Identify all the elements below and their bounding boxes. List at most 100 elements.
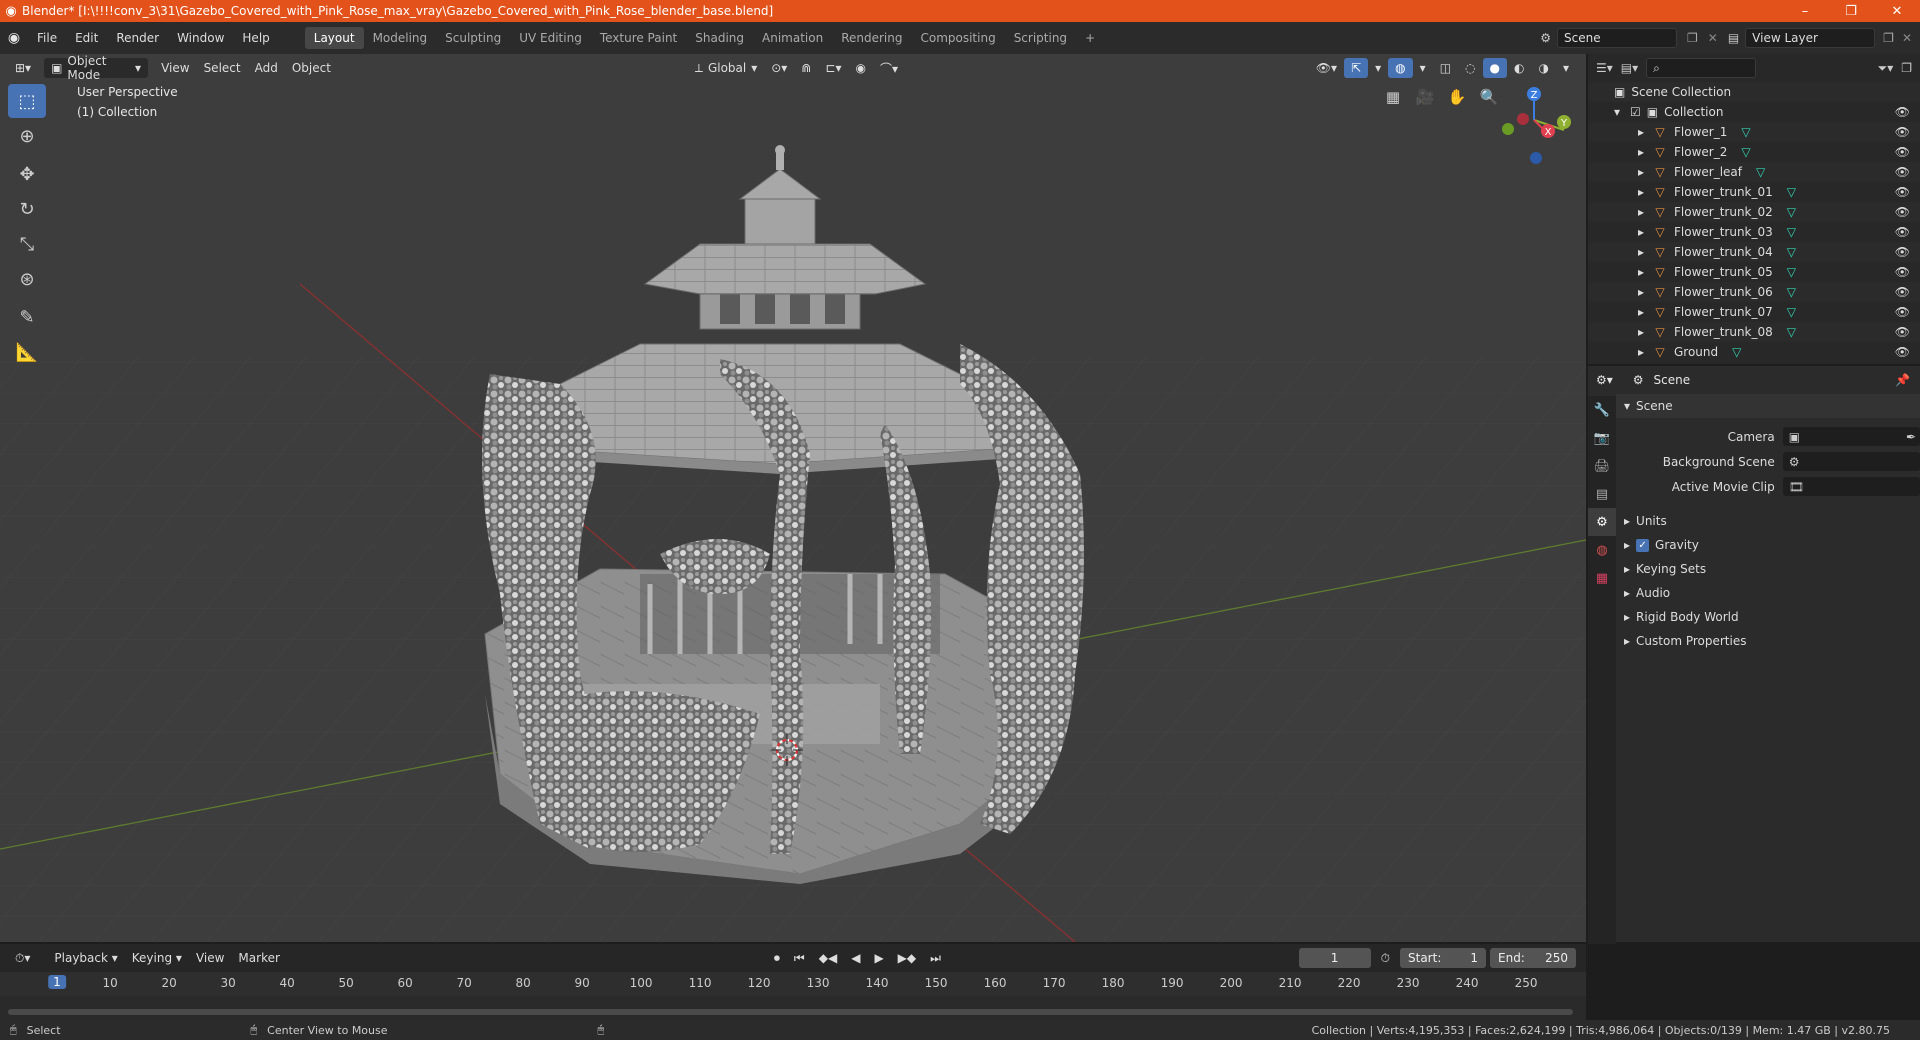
texture-tab-icon[interactable]: ▦ — [1588, 564, 1616, 592]
add-workspace-button[interactable]: + — [1076, 27, 1104, 49]
tab-uv-editing[interactable]: UV Editing — [510, 27, 591, 49]
view-layer-tab-icon[interactable]: ▤ — [1588, 480, 1616, 508]
gravity-section[interactable]: ▸ ✓ Gravity — [1616, 533, 1920, 557]
units-section[interactable]: ▸ Units — [1616, 509, 1920, 533]
menu-marker[interactable]: Marker — [231, 948, 286, 968]
eye-icon[interactable]: 👁 — [1895, 285, 1910, 299]
properties-editor-icon[interactable]: ⚙▾ — [1596, 373, 1613, 387]
editor-type-icon[interactable]: ⊞▾ — [8, 58, 38, 78]
expand-arrow-icon[interactable]: ▸ — [1638, 305, 1652, 319]
checkbox-icon[interactable]: ☑ — [1630, 105, 1641, 119]
gravity-checkbox[interactable]: ✓ — [1636, 538, 1650, 552]
tab-compositing[interactable]: Compositing — [911, 27, 1004, 49]
outliner-row-object[interactable]: ▸ ▽ Flower_trunk_02 ▽ 👁 — [1588, 202, 1920, 222]
render-tab-icon[interactable]: 📷 — [1588, 424, 1616, 452]
tab-texture-paint[interactable]: Texture Paint — [591, 27, 686, 49]
outliner-row-object[interactable]: ▸ ▽ Flower_trunk_04 ▽ 👁 — [1588, 242, 1920, 262]
wireframe-shading-icon[interactable]: ◌ — [1458, 58, 1482, 78]
gizmo-toggle-icon[interactable]: ⇱ — [1344, 58, 1369, 78]
outliner-row-object[interactable]: ▸ ▽ Flower_trunk_07 ▽ 👁 — [1588, 302, 1920, 322]
jump-end-button[interactable]: ⏭ — [923, 948, 948, 968]
toggle-perspective-icon[interactable]: ▦ — [1380, 84, 1406, 110]
keying-sets-section[interactable]: ▸ Keying Sets — [1616, 557, 1920, 581]
visibility-icon[interactable]: 👁▾ — [1309, 58, 1344, 78]
timeline-track-area[interactable] — [0, 996, 1586, 1022]
blender-menu-icon[interactable]: ◉ — [0, 30, 28, 46]
pan-view-icon[interactable]: ✋ — [1444, 84, 1470, 110]
playhead-marker[interactable]: 1 — [48, 975, 66, 989]
delete-view-layer-icon[interactable]: ✕ — [1902, 31, 1912, 45]
scene-section-header[interactable]: ▾ Scene — [1616, 394, 1920, 418]
eye-icon[interactable]: 👁 — [1895, 305, 1910, 319]
outliner-row-object[interactable]: ▸ ▽ Flower_trunk_01 ▽ 👁 — [1588, 182, 1920, 202]
menu-render[interactable]: Render — [107, 31, 168, 45]
solid-shading-icon[interactable]: ● — [1482, 58, 1507, 78]
expand-arrow-icon[interactable]: ▾ — [1614, 105, 1630, 119]
tab-animation[interactable]: Animation — [753, 27, 832, 49]
filter-icon[interactable]: ⏷▾ — [1878, 61, 1894, 76]
outliner-row-scene-collection[interactable]: ▣ Scene Collection — [1588, 82, 1920, 102]
expand-arrow-icon[interactable]: ▸ — [1638, 165, 1652, 179]
camera-view-icon[interactable]: 🎥 — [1412, 84, 1438, 110]
pivot-icon[interactable]: ⊙▾ — [764, 58, 794, 78]
active-movie-clip-field[interactable]: 🎞 — [1782, 477, 1920, 496]
end-frame-field[interactable]: End: 250 — [1490, 948, 1576, 968]
menu-add[interactable]: Add — [248, 58, 285, 78]
eye-icon[interactable]: 👁 — [1895, 325, 1910, 339]
prev-keyframe-button[interactable]: ◆◀ — [812, 948, 844, 968]
eye-icon[interactable]: 👁 — [1895, 105, 1910, 119]
menu-object[interactable]: Object — [285, 58, 338, 78]
select-box-tool-icon[interactable]: ⬚ — [8, 84, 46, 118]
measure-tool-icon[interactable]: 📐 — [8, 335, 46, 369]
annotate-tool-icon[interactable]: ✎ — [8, 300, 46, 334]
tab-layout[interactable]: Layout — [304, 27, 364, 49]
new-view-layer-icon[interactable]: ❐ — [1883, 31, 1894, 45]
transform-orientation[interactable]: ⟂ Global ▾ — [688, 58, 764, 78]
current-frame-field[interactable]: 1 — [1298, 948, 1371, 968]
tab-shading[interactable]: Shading — [686, 27, 753, 49]
overlays-icon[interactable]: ◍ — [1388, 58, 1413, 78]
eye-icon[interactable]: 👁 — [1895, 345, 1910, 359]
record-button[interactable]: ⏺ — [767, 948, 787, 968]
background-scene-field[interactable]: ⚙ — [1782, 452, 1920, 471]
pin-icon[interactable]: 📌 — [1895, 373, 1910, 387]
expand-arrow-icon[interactable]: ▸ — [1638, 205, 1652, 219]
view-layer-selector[interactable]: View Layer — [1745, 28, 1876, 48]
3d-viewport[interactable]: Z Y X ⊞▾ ▣ Object Mode ▾ View Select Add… — [0, 54, 1586, 942]
tab-scripting[interactable]: Scripting — [1005, 27, 1076, 49]
menu-edit[interactable]: Edit — [66, 31, 107, 45]
close-button[interactable]: ✕ — [1874, 4, 1920, 19]
new-collection-icon[interactable]: ❐ — [1901, 61, 1912, 75]
tool-tab-icon[interactable]: 🔧 — [1588, 396, 1616, 424]
scene-selector[interactable]: Scene — [1557, 28, 1677, 48]
next-keyframe-button[interactable]: ▶◆ — [891, 948, 923, 968]
frame-ruler[interactable]: 1 10 20 30 40 50 60 70 80 90 100 110 120 130 140 150 16… — [0, 972, 1586, 996]
scene-tab-icon[interactable]: ⚙ — [1588, 508, 1616, 536]
expand-arrow-icon[interactable]: ▸ — [1638, 245, 1652, 259]
material-shading-icon[interactable]: ◐ — [1507, 58, 1531, 78]
eye-icon[interactable]: 👁 — [1895, 265, 1910, 279]
move-tool-icon[interactable]: ✥ — [8, 157, 46, 191]
xray-icon[interactable]: ◫ — [1433, 58, 1458, 78]
expand-arrow-icon[interactable]: ▸ — [1638, 145, 1652, 159]
eye-icon[interactable]: 👁 — [1895, 225, 1910, 239]
expand-arrow-icon[interactable]: ▸ — [1638, 225, 1652, 239]
eyedropper-icon[interactable]: ✒ — [1906, 430, 1916, 444]
outliner-row-object[interactable]: ▸ ▽ Ground ▽ 👁 — [1588, 342, 1920, 362]
expand-arrow-icon[interactable]: ▸ — [1638, 285, 1652, 299]
outliner-row-object[interactable]: ▸ ▽ Flower_trunk_05 ▽ 👁 — [1588, 262, 1920, 282]
shading-options-icon[interactable]: ▾ — [1556, 58, 1576, 78]
tab-modeling[interactable]: Modeling — [364, 27, 437, 49]
outliner-row-collection[interactable]: ▾ ☑ ▣ Collection 👁 — [1588, 102, 1920, 122]
overlays-options-icon[interactable]: ▾ — [1413, 58, 1433, 78]
outliner-row-object[interactable]: ▸ ▽ Flower_trunk_03 ▽ 👁 — [1588, 222, 1920, 242]
audio-section[interactable]: ▸ Audio — [1616, 581, 1920, 605]
camera-field[interactable]: ▣ ✒ — [1782, 427, 1920, 446]
cursor-tool-icon[interactable]: ⊕ — [8, 119, 46, 153]
new-scene-icon[interactable]: ❐ — [1687, 31, 1698, 45]
outliner-search-input[interactable]: ⌕ — [1646, 58, 1757, 78]
outliner-row-object[interactable]: ▸ ▽ Flower_1 ▽ 👁 — [1588, 122, 1920, 142]
rotate-tool-icon[interactable]: ↻ — [8, 192, 46, 226]
menu-view[interactable]: View — [154, 58, 196, 78]
jump-start-button[interactable]: ⏮ — [787, 948, 812, 968]
